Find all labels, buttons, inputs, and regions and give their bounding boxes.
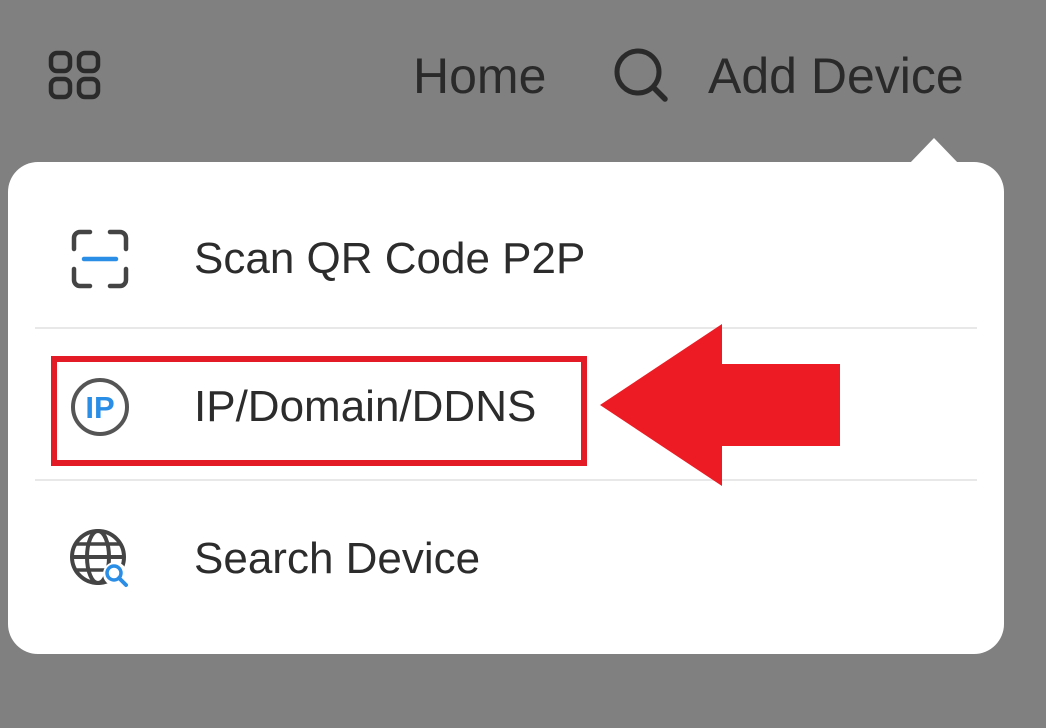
add-device-button[interactable]: Add Device xyxy=(708,44,964,108)
menu-item-label: IP/Domain/DDNS xyxy=(194,382,537,431)
svg-text:IP: IP xyxy=(85,390,114,425)
divider xyxy=(35,479,977,481)
menu-item-label: Search Device xyxy=(194,534,481,583)
globe-search-icon xyxy=(68,527,132,591)
grid-icon[interactable] xyxy=(48,50,102,100)
top-bar: Home Add Device xyxy=(0,0,1046,150)
qr-scan-icon xyxy=(68,227,132,291)
ip-icon: IP xyxy=(68,375,132,439)
menu-item-search-device[interactable]: Search Device xyxy=(8,484,1004,634)
menu-item-scan-qr[interactable]: Scan QR Code P2P xyxy=(8,184,1004,334)
search-icon[interactable] xyxy=(612,46,670,104)
menu-item-label: Scan QR Code P2P xyxy=(194,234,586,283)
popup-caret xyxy=(909,138,959,164)
home-tab[interactable]: Home xyxy=(413,44,546,108)
add-device-menu: Scan QR Code P2P IP IP/Domain/DDNS Searc… xyxy=(8,162,1004,654)
divider xyxy=(35,327,977,329)
screen: Home Add Device Scan QR Code P2P IP IP/D… xyxy=(0,0,1046,728)
menu-item-ip-domain-ddns[interactable]: IP IP/Domain/DDNS xyxy=(8,332,1004,482)
